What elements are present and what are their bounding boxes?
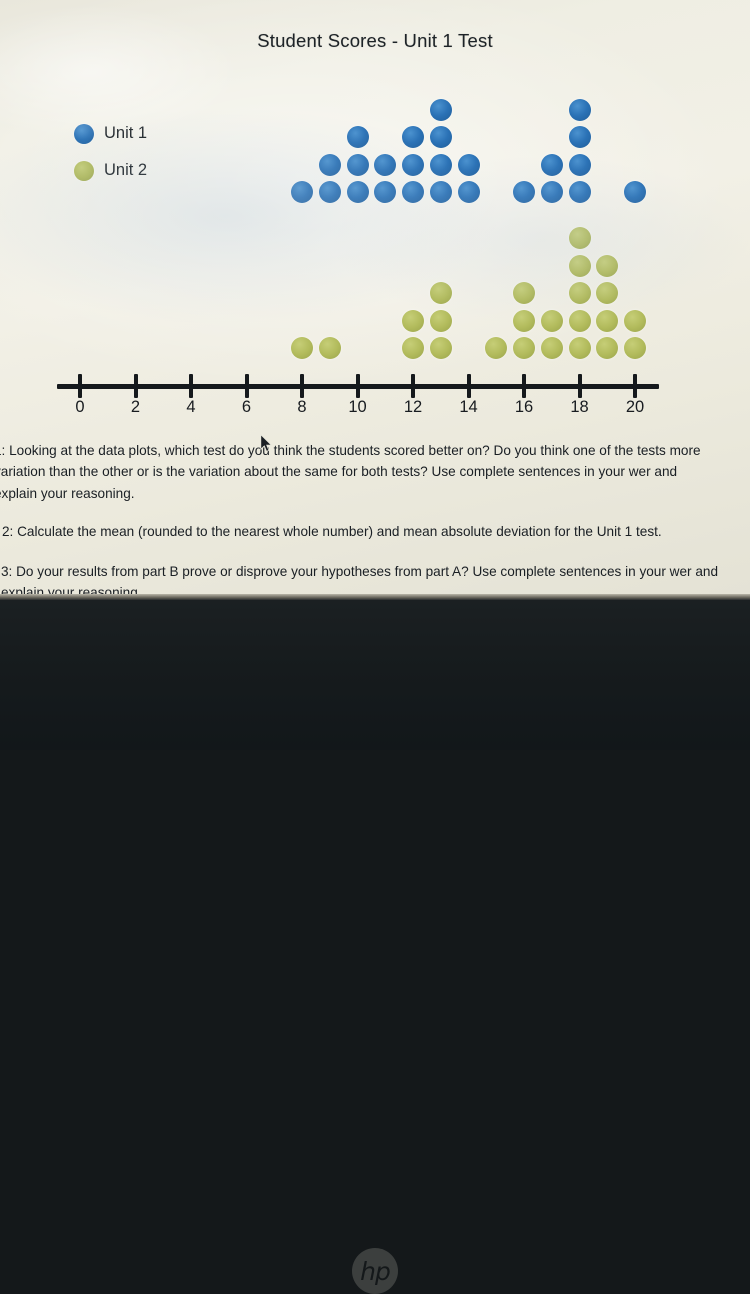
axis-tick (522, 374, 526, 398)
data-dot (596, 282, 619, 304)
data-dot (568, 153, 591, 176)
axis-tick-label: 0 (75, 398, 85, 416)
data-dot (318, 337, 341, 359)
data-dot (596, 254, 619, 277)
data-dot (513, 309, 535, 332)
data-dot (568, 254, 591, 277)
data-dot (568, 227, 591, 249)
axis-tick (466, 374, 471, 398)
data-dot (429, 309, 452, 332)
data-dot (346, 153, 369, 176)
data-dot (429, 181, 452, 203)
axis-tick-label: 4 (186, 398, 196, 416)
data-dot (596, 309, 619, 332)
data-dot (540, 337, 563, 359)
data-dot (402, 337, 424, 359)
data-dot (346, 181, 369, 203)
axis-tick-label: 2 (130, 398, 141, 416)
data-dot (596, 337, 619, 359)
data-dot (540, 181, 563, 203)
data-dot (429, 337, 452, 359)
data-dot (346, 126, 369, 148)
data-dot (513, 181, 535, 203)
data-dot (540, 153, 563, 176)
data-dot (374, 181, 397, 203)
data-dot (429, 282, 452, 304)
data-dot (402, 153, 424, 176)
data-dot (568, 309, 591, 332)
data-dot (429, 126, 452, 148)
axis-tick (411, 374, 415, 398)
data-dot (568, 181, 591, 203)
question-paragraph: 1: Looking at the data plots, which test… (0, 443, 701, 501)
data-dot (291, 337, 313, 359)
axis-tick-label: 16 (514, 398, 534, 416)
axis-tick-label: 20 (625, 398, 645, 416)
data-dot (624, 181, 646, 203)
data-dot (429, 98, 452, 121)
axis-tick-label: 14 (459, 398, 478, 416)
data-dot (568, 337, 591, 359)
axis-tick (189, 374, 193, 398)
data-dot (624, 337, 646, 359)
data-dot (429, 153, 452, 176)
laptop-bezel: hp (0, 600, 750, 1294)
hp-logo-icon: hp (352, 1248, 398, 1294)
axis-tick-label: 10 (348, 398, 367, 416)
axis-tick-label: 8 (297, 398, 307, 416)
axis-tick (355, 374, 360, 398)
questions-block: 1: Looking at the data plots, which test… (0, 440, 750, 604)
data-dot (402, 181, 424, 203)
data-dot (318, 153, 341, 176)
axis-tick-label: 6 (241, 398, 252, 416)
axis-tick-label: 18 (570, 398, 589, 416)
axis-tick (78, 374, 82, 398)
worksheet-page: Student Scores - Unit 1 Test Unit 1 Unit … (0, 0, 750, 600)
axis-tick-label: 12 (403, 398, 423, 416)
mouse-cursor-icon (260, 434, 272, 452)
axis-tick (577, 374, 582, 398)
data-dot (624, 309, 646, 332)
dot-plot-area (0, 0, 750, 430)
data-dot (318, 181, 341, 203)
data-dot (568, 98, 591, 121)
data-dot (291, 181, 313, 203)
data-dot (374, 153, 397, 176)
worksheet-content: Student Scores - Unit 1 Test Unit 1 Unit … (0, 0, 750, 600)
data-dot (485, 337, 508, 359)
data-dot (513, 282, 535, 304)
data-dot (402, 309, 424, 332)
question-paragraph: 2: Calculate the mean (rounded to the ne… (2, 523, 662, 539)
axis-tick (244, 374, 249, 398)
data-dot (568, 282, 591, 304)
data-dot (457, 153, 480, 176)
axis-tick (300, 374, 304, 398)
data-dot (402, 126, 424, 148)
axis-tick (633, 374, 637, 398)
axis-tick (133, 374, 138, 398)
data-dot (513, 337, 535, 359)
data-dot (568, 126, 591, 148)
data-dot (540, 309, 563, 332)
data-dot (457, 181, 480, 203)
